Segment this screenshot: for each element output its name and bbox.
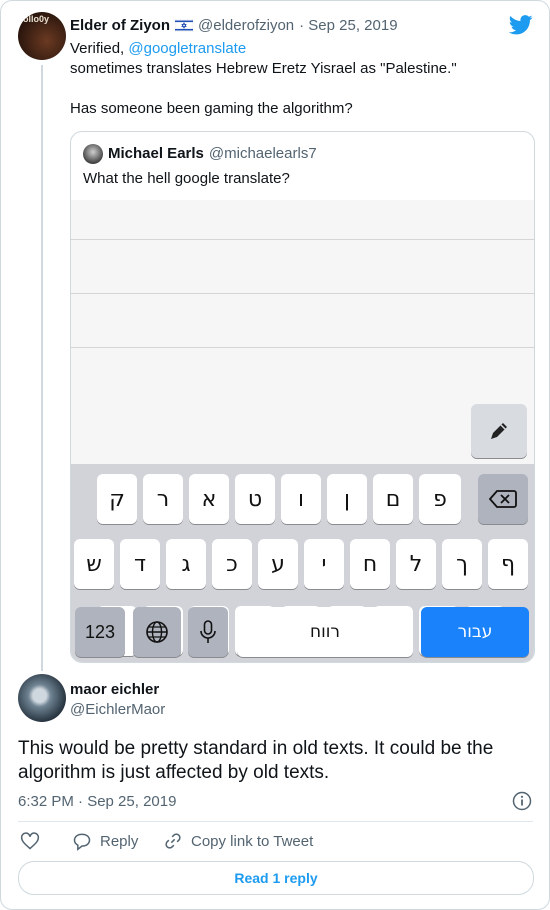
quoted-author-handle: @michaelearls7 <box>208 145 317 162</box>
link-icon <box>165 833 181 849</box>
key: פ <box>419 474 461 524</box>
author-handle[interactable]: @elderofziyon <box>198 17 294 34</box>
tweet-header: Elder of Ziyon @elderofziyon · Sep 25, 2… <box>70 17 398 34</box>
divider-line <box>71 239 534 240</box>
reply-timestamp[interactable]: 6:32 PM · Sep 25, 2019 <box>18 793 176 810</box>
divider <box>18 821 533 822</box>
reply-author-handle[interactable]: @EichlerMaor <box>70 701 165 718</box>
tweet-body: Verified, @googletranslate sometimes tra… <box>70 39 457 119</box>
israel-flag-icon <box>175 19 194 32</box>
michael-avatar <box>83 144 103 164</box>
quoted-author-name: Michael Earls <box>108 145 204 162</box>
reply-author-name[interactable]: maor eichler <box>70 681 159 698</box>
return-key: עבור <box>421 607 529 657</box>
twitter-bird-icon[interactable] <box>509 15 533 35</box>
tweet-card: ollo0y Elder of Ziyon @elderofziyon · Se… <box>0 0 550 910</box>
numbers-key: 123 <box>75 607 125 657</box>
tweet-line-2: sometimes translates Hebrew Eretz Yisrae… <box>70 60 457 77</box>
divider-line <box>71 293 534 294</box>
reply-label: Reply <box>100 832 139 850</box>
tweet-line-3: Has someone been gaming the algorithm? <box>70 100 353 117</box>
read-replies-button[interactable]: Read 1 reply <box>18 861 534 895</box>
key: ק <box>97 474 137 524</box>
key: ף <box>488 539 528 589</box>
key: ך <box>442 539 482 589</box>
like-action[interactable] <box>20 831 40 851</box>
space-key: רווח <box>237 607 413 657</box>
key: ד <box>120 539 160 589</box>
reply-text: This would be pretty standard in old tex… <box>18 738 494 783</box>
divider-line <box>71 347 534 348</box>
quoted-header: Michael Earls @michaelearls7 <box>108 145 317 162</box>
key: ר <box>143 474 183 524</box>
heart-icon <box>20 832 40 850</box>
key: כ <box>212 539 252 589</box>
key: ם <box>373 474 413 524</box>
key: ט <box>235 474 275 524</box>
globe-key <box>133 607 181 657</box>
tweet-line-1: Verified, @googletranslate <box>70 40 247 57</box>
key: ן <box>327 474 367 524</box>
key: י <box>304 539 344 589</box>
reply-icon <box>73 833 91 851</box>
backspace-icon <box>489 490 517 508</box>
info-icon[interactable] <box>512 791 532 811</box>
pen-icon <box>491 423 507 439</box>
mention-link[interactable]: @googletranslate <box>128 40 246 57</box>
copy-link-action[interactable]: Copy link to Tweet <box>163 831 313 851</box>
tweet-date[interactable]: · Sep 25, 2019 <box>299 17 397 34</box>
microphone-key <box>188 607 228 657</box>
elder-avatar[interactable]: ollo0y <box>18 12 66 60</box>
key: ע <box>258 539 298 589</box>
key: ג <box>166 539 206 589</box>
key: א <box>189 474 229 524</box>
quoted-text: What the hell google translate? <box>83 170 290 187</box>
maor-avatar[interactable] <box>18 674 66 722</box>
key: ח <box>350 539 390 589</box>
avatar-logo-text: ollo0y <box>23 14 50 24</box>
key: ש <box>74 539 114 589</box>
quoted-tweet[interactable]: Michael Earls @michaelearls7 What the he… <box>70 131 535 663</box>
reply-action[interactable]: Reply <box>72 831 138 851</box>
thread-line <box>41 65 43 671</box>
key: ו <box>281 474 321 524</box>
microphone-icon <box>200 620 216 643</box>
quoted-screenshot: ק ר א ט ו ן ם פ ש ד ג כ ע י ח ל ך ף <box>71 200 534 662</box>
key: ל <box>396 539 436 589</box>
globe-icon <box>146 621 168 643</box>
pen-button <box>471 404 527 458</box>
author-name[interactable]: Elder of Ziyon <box>70 17 170 34</box>
backspace-key <box>478 474 528 524</box>
copy-link-label: Copy link to Tweet <box>191 832 314 850</box>
